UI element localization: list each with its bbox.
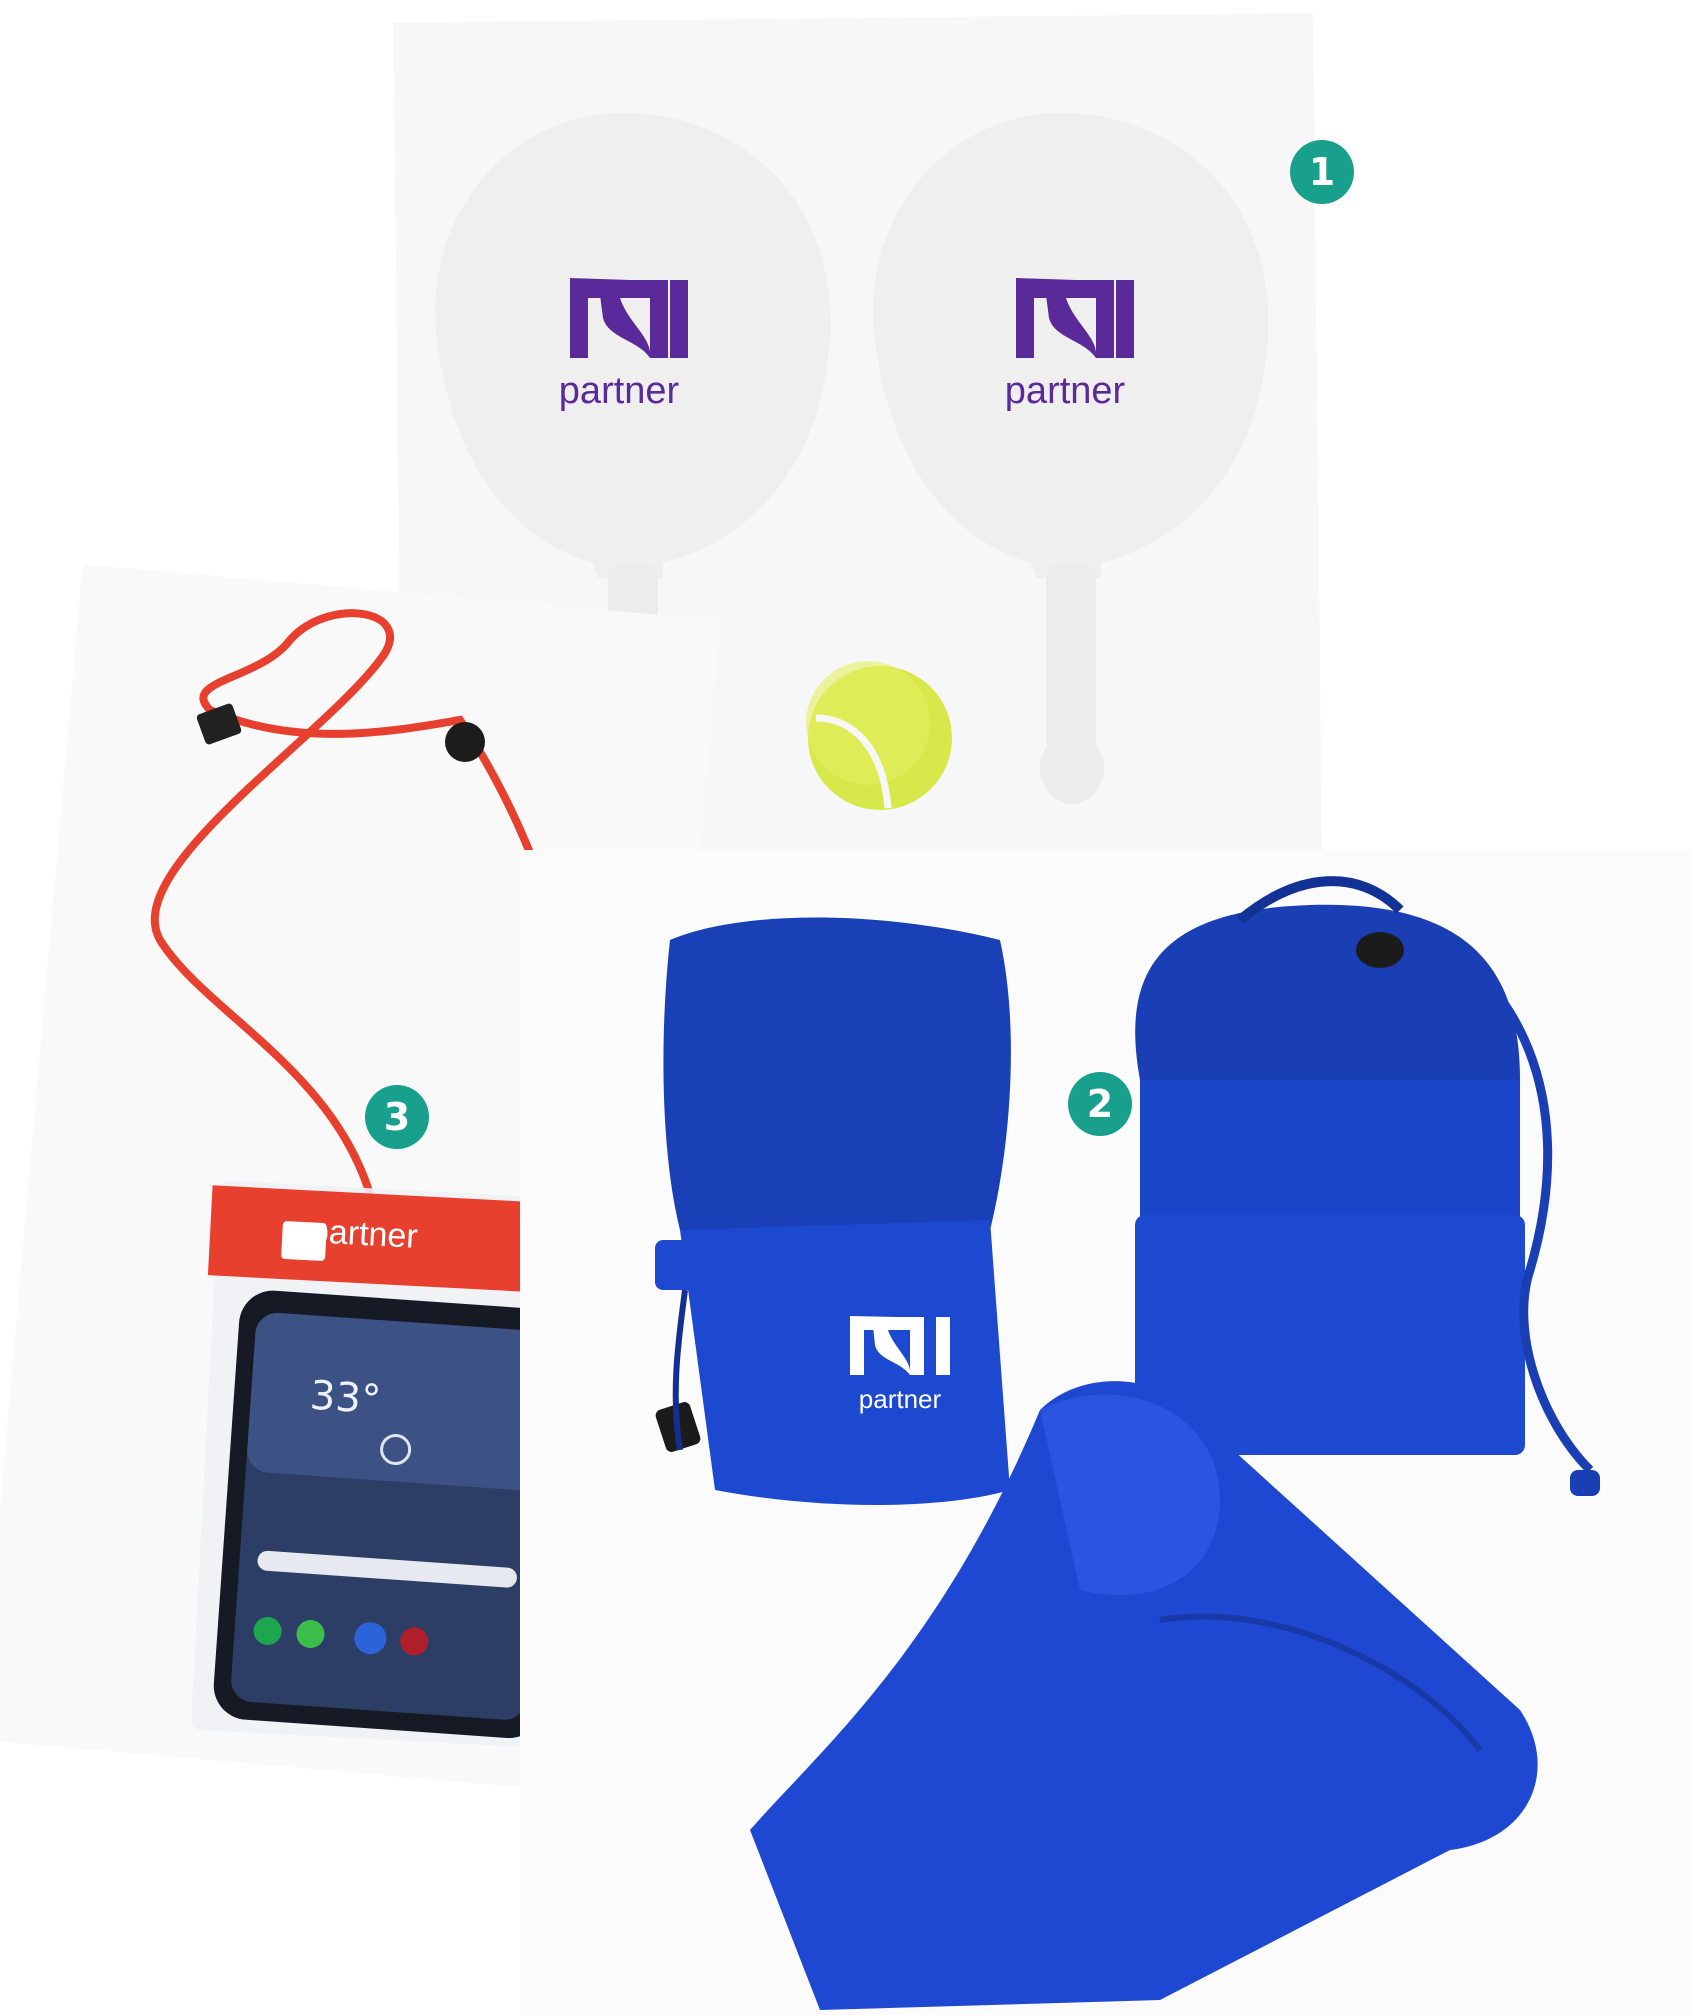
partner-wordmark-right: partner xyxy=(1005,370,1126,412)
drawstring-stopper-icon xyxy=(1356,932,1404,968)
product-number-badge-3: 3 xyxy=(365,1085,429,1149)
large-mesh-bag xyxy=(1135,876,1600,1496)
cord-stopper-icon xyxy=(445,722,485,762)
tennis-ball xyxy=(806,661,952,810)
pouch-brand-label: partner xyxy=(309,1212,419,1256)
small-mesh-bag xyxy=(655,917,1011,1505)
cord-clip-icon xyxy=(196,703,242,745)
product-number-badge-2: 2 xyxy=(1068,1072,1132,1136)
partner-wordmark-left: partner xyxy=(559,370,680,412)
phone-temperature: 33° xyxy=(308,1372,383,1424)
towel-set-illustration: partner xyxy=(655,876,1600,2010)
partner-wordmark-small-bag: partner xyxy=(859,1384,942,1414)
product-number-badge-1: 1 xyxy=(1290,140,1354,204)
